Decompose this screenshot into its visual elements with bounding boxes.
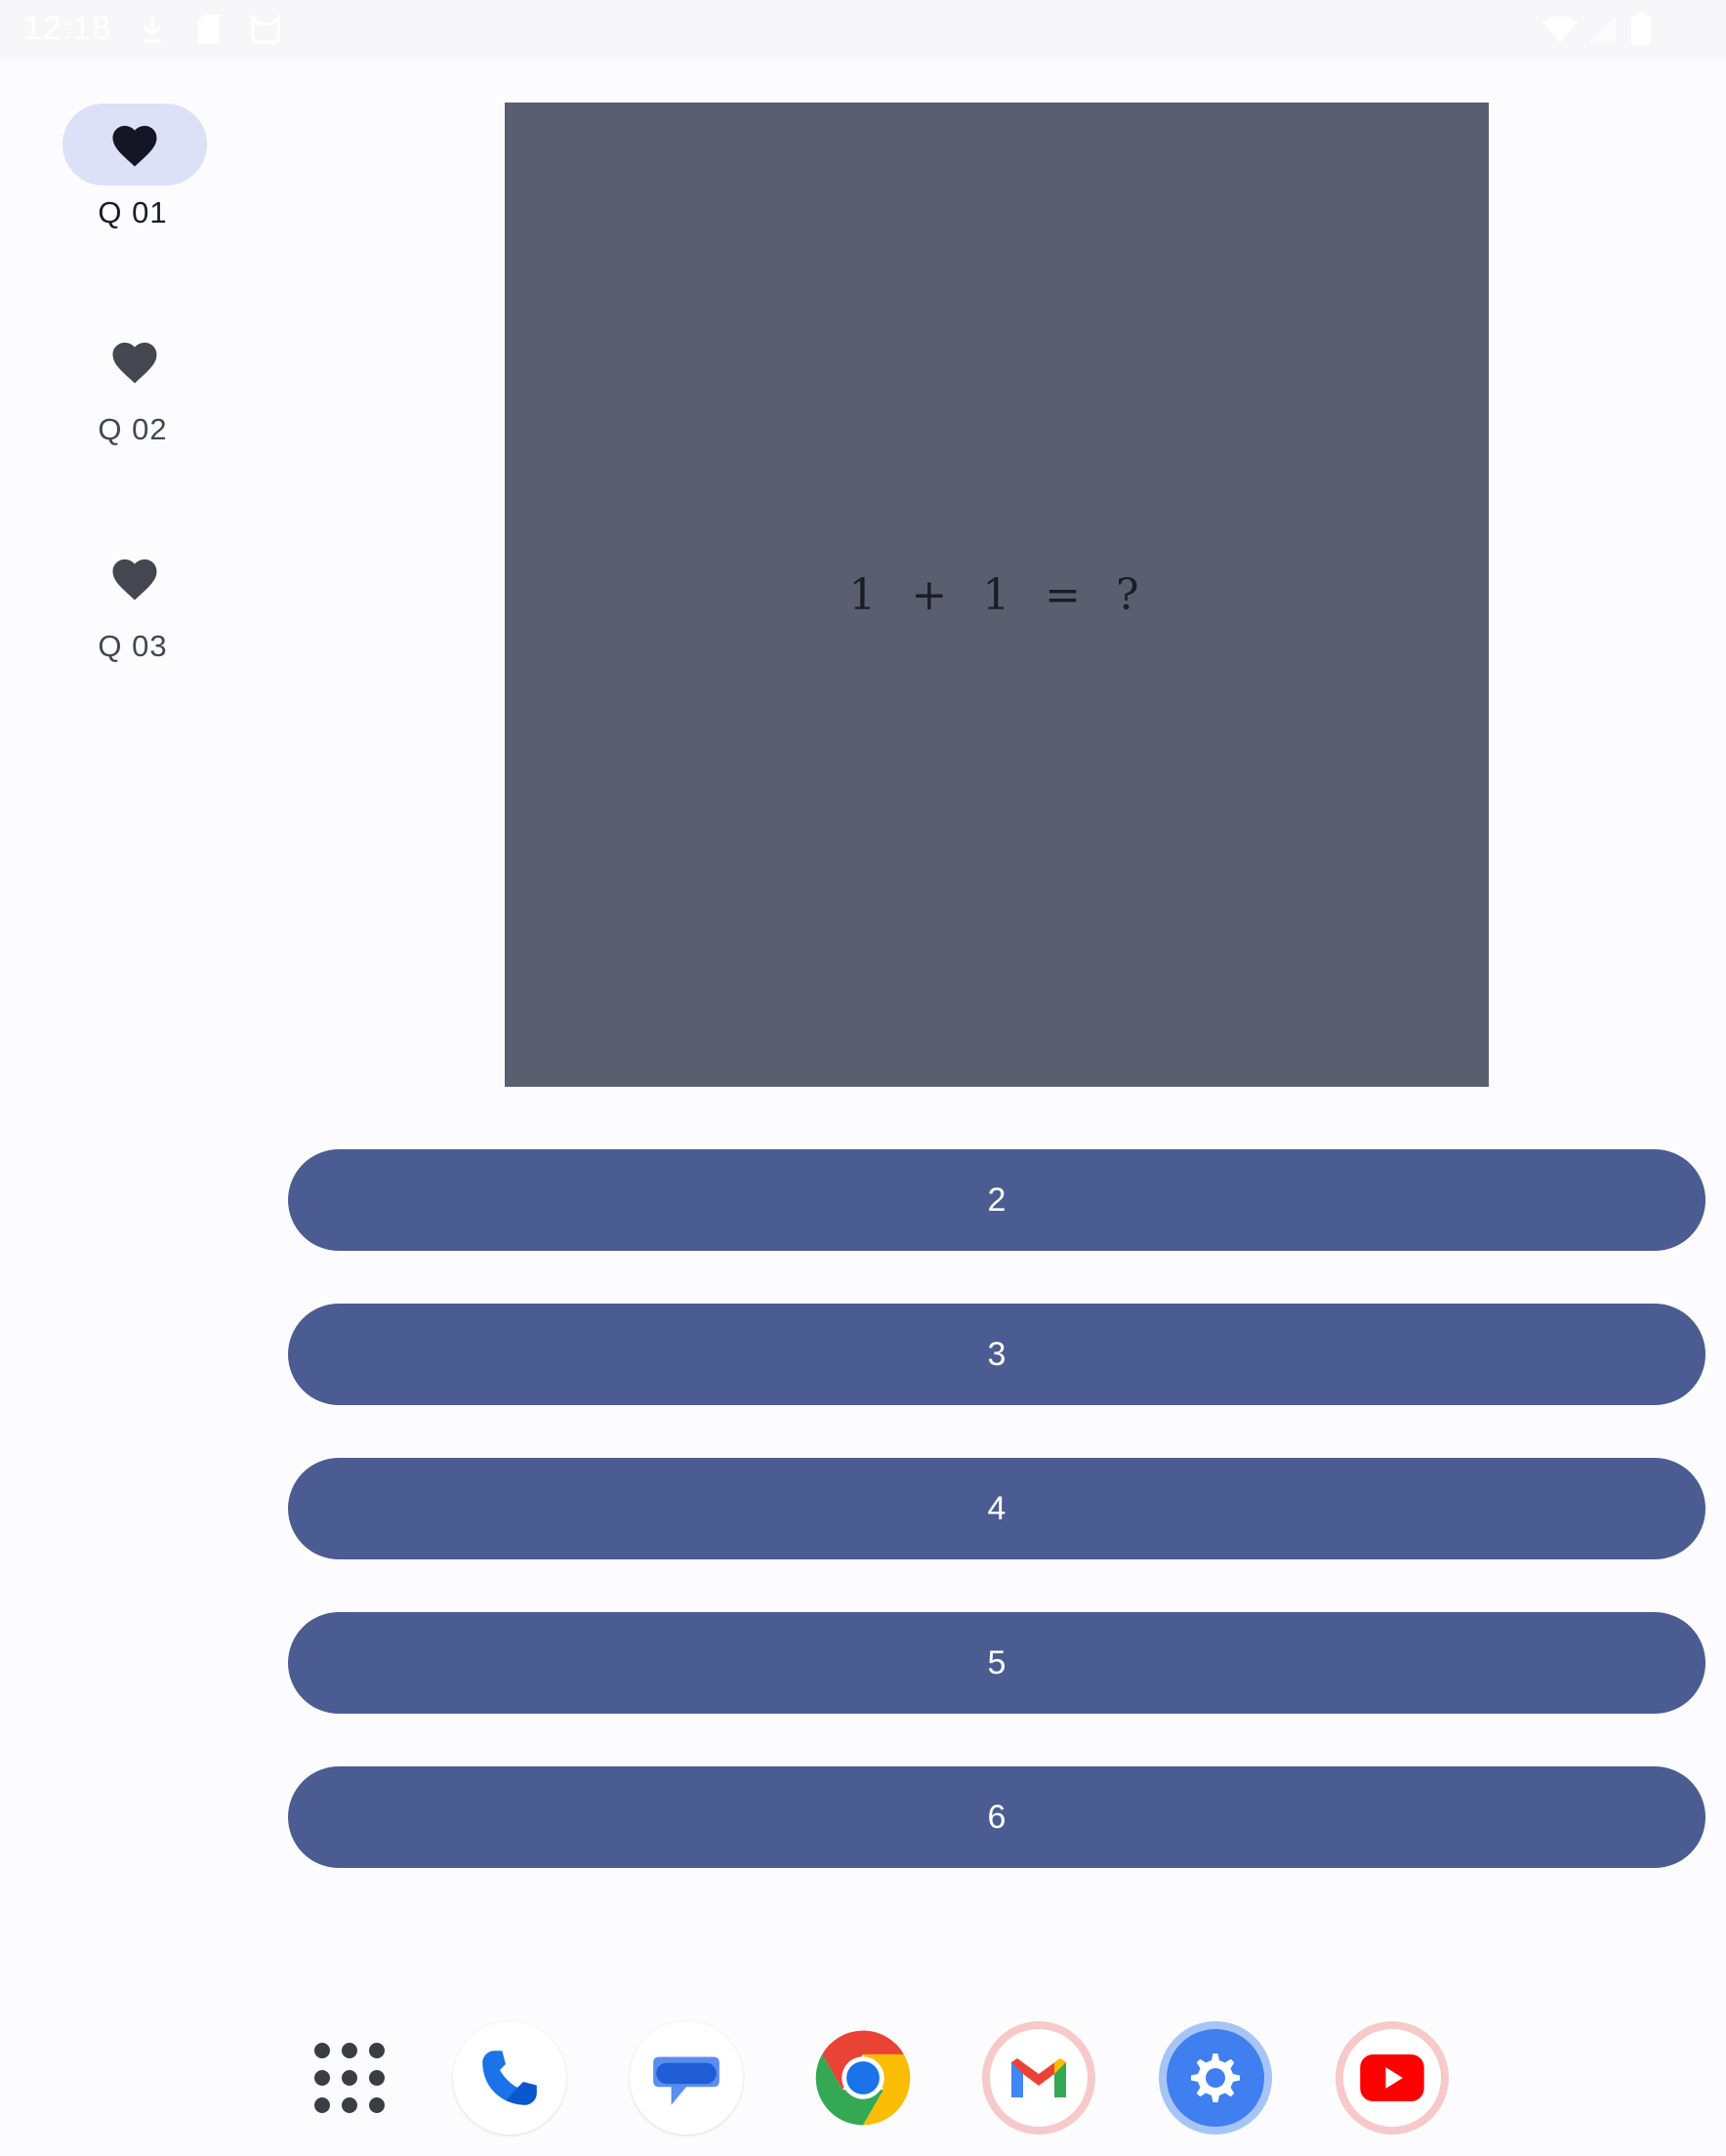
phone-app-icon[interactable] [453,2021,566,2135]
status-bar: 12:18 [0,0,1726,61]
quiz-screen: 12:18 Q 01 Q 02 Q 03 1 + 1 = ? 2 3 4 5 6 [0,0,1726,2156]
cat-icon [250,14,281,45]
question-text: 1 + 1 = ? [848,569,1145,620]
youtube-app-icon[interactable] [1336,2021,1449,2135]
heart-icon [112,342,157,384]
heart-icon [112,559,157,601]
nav-item-q01[interactable]: Q 01 [59,61,207,229]
app-dock [0,2002,1726,2156]
nav-item-q03[interactable]: Q 03 [59,494,207,663]
signal-icon [1583,14,1619,45]
battery-icon [1628,13,1654,45]
nav-label: Q 02 [98,412,168,446]
gmail-app-icon[interactable] [982,2021,1095,2135]
nav-active-indicator [62,104,207,186]
answer-button[interactable]: 6 [288,1766,1705,1868]
wifi-icon [1541,14,1580,45]
answer-button[interactable]: 4 [288,1458,1705,1559]
app-drawer-icon[interactable] [314,2043,385,2113]
answer-button[interactable]: 5 [288,1612,1705,1714]
answer-button[interactable]: 2 [288,1149,1705,1251]
settings-app-icon[interactable] [1159,2021,1272,2135]
nav-label: Q 03 [98,629,168,663]
sd-card-icon [193,14,225,45]
answer-button[interactable]: 3 [288,1304,1705,1405]
nav-item-q02[interactable]: Q 02 [59,277,207,446]
heart-icon [112,125,157,167]
download-icon [137,14,168,45]
question-nav-rail: Q 01 Q 02 Q 03 [0,61,268,744]
chrome-app-icon[interactable] [806,2021,920,2135]
messages-app-icon[interactable] [630,2021,743,2135]
question-card: 1 + 1 = ? [505,103,1489,1087]
status-time: 12:18 [23,10,112,47]
nav-label: Q 01 [98,195,168,229]
